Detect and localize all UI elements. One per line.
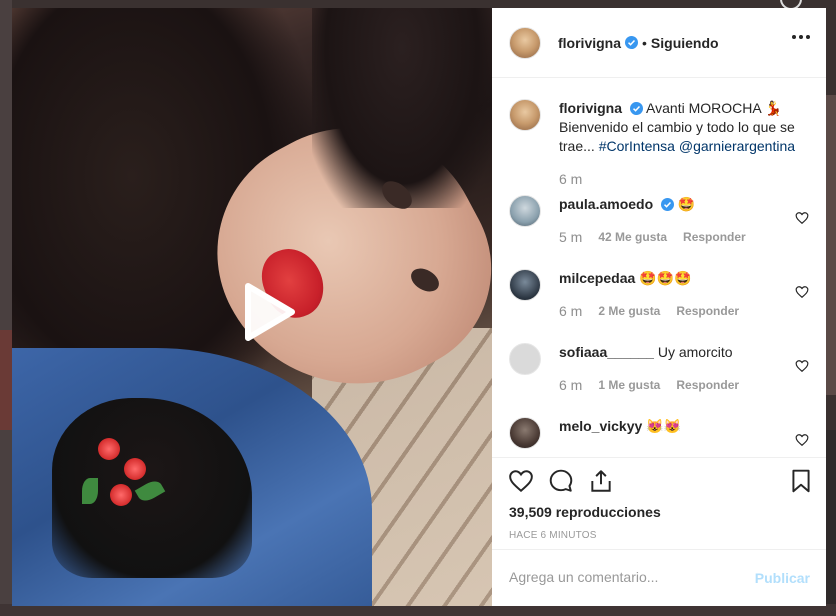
verified-badge-icon xyxy=(661,198,675,211)
verified-badge-icon xyxy=(629,102,643,115)
leaf-embroidery xyxy=(82,478,98,504)
comment-username[interactable]: milcepedaa xyxy=(559,270,635,286)
comment-body: Uy amorcito xyxy=(657,344,733,360)
avatar[interactable] xyxy=(509,99,541,131)
rose-embroidery xyxy=(124,458,146,480)
grid-thumbnail[interactable] xyxy=(0,0,12,616)
like-heart-icon[interactable] xyxy=(508,468,534,494)
timestamp[interactable]: 6 m xyxy=(559,171,582,187)
rose-embroidery xyxy=(110,484,132,506)
comment-username[interactable]: paula.amoedo xyxy=(559,196,653,212)
comment-bubble-icon[interactable] xyxy=(548,468,574,494)
comment-body: 🤩 xyxy=(677,196,696,212)
rose-embroidery xyxy=(98,438,120,460)
play-icon[interactable] xyxy=(234,280,298,344)
comment-text: paula.amoedo 🤩 xyxy=(559,195,804,214)
comment-likes[interactable]: 2 Me gusta xyxy=(598,304,660,318)
comment-likes[interactable]: 1 Me gusta xyxy=(598,378,660,392)
comments-list[interactable]: florivigna Avanti MOROCHA 💃 Bienvenido e… xyxy=(492,79,826,457)
avatar[interactable] xyxy=(509,343,541,375)
grid-thumbnail[interactable] xyxy=(826,95,836,395)
share-icon[interactable] xyxy=(588,468,614,494)
comment-text: melo_vickyy 😻😻 xyxy=(559,417,804,436)
timestamp[interactable]: 6 m xyxy=(559,377,582,393)
verified-badge-icon xyxy=(625,36,639,49)
like-comment-heart-icon[interactable] xyxy=(795,211,809,225)
comment-meta: 6 m 1 Me gusta Responder xyxy=(559,377,739,393)
comment-meta: 5 m 42 Me gusta Responder xyxy=(559,229,746,245)
author-username[interactable]: florivigna xyxy=(558,35,621,51)
comment-input[interactable] xyxy=(509,569,749,585)
like-comment-heart-icon[interactable] xyxy=(795,433,809,447)
grid-thumbnail[interactable] xyxy=(0,330,12,430)
avatar[interactable] xyxy=(509,269,541,301)
hashtag-link[interactable]: #CorIntensa xyxy=(599,138,675,154)
comment-likes[interactable]: 42 Me gusta xyxy=(598,230,667,244)
comment-text: sofiaaa______ Uy amorcito xyxy=(559,343,804,362)
like-comment-heart-icon[interactable] xyxy=(795,285,809,299)
comment-meta: 6 m 2 Me gusta Responder xyxy=(559,303,739,319)
reply-button[interactable]: Responder xyxy=(676,304,739,318)
caption-text: florivigna Avanti MOROCHA 💃 Bienvenido e… xyxy=(559,99,804,156)
more-options-icon[interactable] xyxy=(792,35,810,39)
separator-dot: • xyxy=(642,34,647,51)
comment-body: 😻😻 xyxy=(646,418,682,434)
publish-button[interactable]: Publicar xyxy=(755,570,810,586)
like-comment-heart-icon[interactable] xyxy=(795,359,809,373)
post-actions: 39,509 reproducciones HACE 6 MINUTOS Pub… xyxy=(492,457,826,606)
reply-button[interactable]: Responder xyxy=(676,378,739,392)
caption-meta: 6 m xyxy=(559,171,582,187)
reply-button[interactable]: Responder xyxy=(683,230,746,244)
following-button[interactable]: Siguiendo xyxy=(651,35,719,51)
post-header: florivigna • Siguiendo xyxy=(492,8,826,78)
avatar[interactable] xyxy=(509,417,541,449)
comment-username[interactable]: melo_vickyy xyxy=(559,418,642,434)
bookmark-icon[interactable] xyxy=(788,468,814,494)
avatar[interactable] xyxy=(509,195,541,227)
comment-body: 🤩🤩🤩 xyxy=(639,270,692,286)
caption-username[interactable]: florivigna xyxy=(559,100,622,116)
avatar[interactable] xyxy=(509,26,541,59)
post-video[interactable] xyxy=(12,8,492,606)
comment-username[interactable]: sofiaaa______ xyxy=(559,344,654,360)
post-timestamp[interactable]: HACE 6 MINUTOS xyxy=(509,530,597,541)
hair-shape xyxy=(312,8,492,208)
post-side-panel: florivigna • Siguiendo florivigna Avanti… xyxy=(492,8,826,606)
grid-thumbnail[interactable] xyxy=(826,430,836,616)
comment-text: milcepedaa 🤩🤩🤩 xyxy=(559,269,804,288)
view-count[interactable]: 39,509 reproducciones xyxy=(509,504,661,520)
mention-link[interactable]: @garnierargentina xyxy=(679,138,795,154)
timestamp[interactable]: 6 m xyxy=(559,303,582,319)
timestamp[interactable]: 5 m xyxy=(559,229,582,245)
add-comment-section: Publicar xyxy=(492,549,826,607)
